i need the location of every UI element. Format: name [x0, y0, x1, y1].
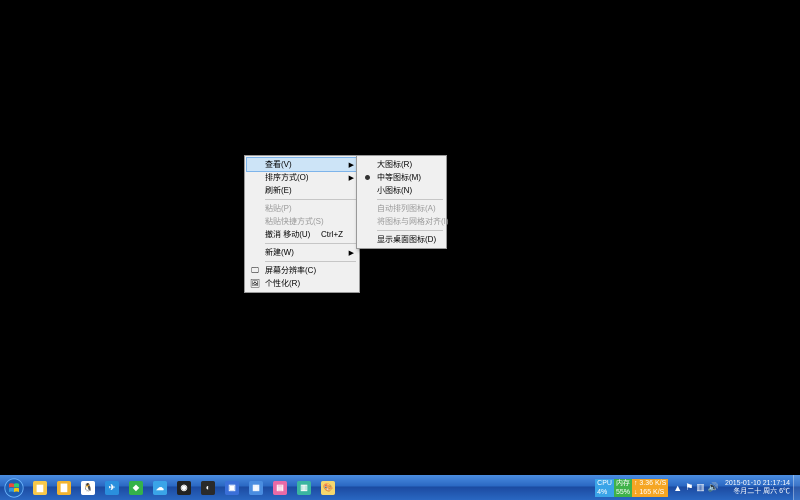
menu-undo-shortcut: Ctrl+Z	[321, 230, 343, 239]
submenu-arrow-icon: ▶	[349, 174, 354, 182]
menu-paste-shortcut-label: 粘贴快捷方式(S)	[265, 216, 324, 227]
taskbar-item-folder[interactable]: ▇	[52, 478, 76, 498]
menu-view[interactable]: 查看(V) ▶	[246, 157, 358, 172]
submenu-align-label: 将图标与网格对齐(I)	[377, 216, 449, 227]
taskbar-item-app-green[interactable]: ◆	[124, 478, 148, 498]
cpu-meter: CPU 4%	[595, 479, 614, 497]
taskbar-item-app-teal[interactable]: ▥	[292, 478, 316, 498]
taskbar-item-cube[interactable]: ▣	[220, 478, 244, 498]
taskbar-item-app-blue[interactable]: ✈	[100, 478, 124, 498]
menu-separator	[377, 199, 443, 200]
taskbar: ▆ ▇ 🐧 ✈ ◆ ☁ ◉ ◐ ▣ ▦ ▤ ▥ 🎨 CPU 4% 内存 55% ↑ 3.36 K/S ↓…	[0, 475, 800, 500]
cpu-label: CPU	[597, 479, 612, 488]
app-teal-icon: ▥	[297, 481, 311, 495]
system-tray: CPU 4% 内存 55% ↑ 3.36 K/S ↓ 165 K/S ▲ ⚑ ▥…	[595, 475, 800, 500]
submenu-show-icons[interactable]: 显示桌面图标(D)	[359, 233, 444, 246]
menu-paste-shortcut: 粘贴快捷方式(S)	[247, 215, 357, 228]
menu-personalize-label: 个性化(R)	[265, 278, 300, 289]
menu-separator	[265, 243, 356, 244]
taskbar-items: ▆ ▇ 🐧 ✈ ◆ ☁ ◉ ◐ ▣ ▦ ▤ ▥ 🎨	[28, 475, 340, 500]
taskbar-clock[interactable]: 2015-01-10 21:17:14 冬月二十 周六 6℃	[722, 480, 793, 496]
submenu-small-icons[interactable]: 小图标(N)	[359, 184, 444, 197]
tray-icons: ▲ ⚑ ▥ 🔊	[670, 482, 722, 493]
mem-value: 55%	[616, 488, 630, 497]
desktop[interactable]	[0, 0, 800, 500]
radio-selected-icon	[365, 175, 370, 180]
submenu-large-label: 大图标(R)	[377, 159, 412, 170]
submenu-small-label: 小图标(N)	[377, 185, 412, 196]
tray-volume-icon[interactable]: 🔊	[708, 482, 719, 493]
menu-separator	[377, 230, 443, 231]
submenu-show-label: 显示桌面图标(D)	[377, 234, 436, 245]
clock-datetime: 2015-01-10 21:17:14	[725, 480, 790, 488]
taskbar-item-qq[interactable]: 🐧	[76, 478, 100, 498]
submenu-medium-icons[interactable]: 中等图标(M)	[359, 171, 444, 184]
taskbar-item-app-pink[interactable]: ▤	[268, 478, 292, 498]
start-button[interactable]	[0, 475, 28, 500]
submenu-arrow-icon: ▶	[349, 161, 354, 169]
show-desktop-button[interactable]	[793, 475, 800, 500]
submenu-arrow-icon: ▶	[349, 249, 354, 257]
menu-refresh-label: 刷新(E)	[265, 185, 292, 196]
net-up: ↑ 3.36 K/S	[634, 479, 666, 488]
menu-new[interactable]: 新建(W) ▶	[247, 246, 357, 259]
eye-icon: ◉	[177, 481, 191, 495]
menu-screenres-label: 屏幕分辨率(C)	[265, 265, 316, 276]
desktop-context-menu: 查看(V) ▶ 排序方式(O) ▶ 刷新(E) 粘贴(P) 粘贴快捷方式(S) …	[244, 155, 360, 293]
menu-screen-resolution[interactable]: 🖵 屏幕分辨率(C)	[247, 264, 357, 277]
tray-expand-icon[interactable]: ▲	[673, 483, 682, 493]
taskbar-item-paint[interactable]: 🎨	[316, 478, 340, 498]
submenu-large-icons[interactable]: 大图标(R)	[359, 158, 444, 171]
view-submenu: 大图标(R) 中等图标(M) 小图标(N) 自动排列图标(A) 将图标与网格对齐…	[356, 155, 447, 249]
submenu-auto-arrange-label: 自动排列图标(A)	[377, 203, 436, 214]
app-pink-icon: ▤	[273, 481, 287, 495]
app-green-icon: ◆	[129, 481, 143, 495]
menu-undo[interactable]: 撤消 移动(U) Ctrl+Z	[247, 228, 357, 241]
taskbar-item-explorer[interactable]: ▆	[28, 478, 52, 498]
menu-paste: 粘贴(P)	[247, 202, 357, 215]
grid-icon: ▦	[249, 481, 263, 495]
submenu-auto-arrange[interactable]: 自动排列图标(A)	[359, 202, 444, 215]
app-blue-icon: ✈	[105, 481, 119, 495]
menu-separator	[265, 261, 356, 262]
folder-icon: ▇	[57, 481, 71, 495]
taskbar-item-eye[interactable]: ◉	[172, 478, 196, 498]
memory-meter: 内存 55%	[614, 479, 632, 497]
cube-icon: ▣	[225, 481, 239, 495]
submenu-align-grid[interactable]: 将图标与网格对齐(I)	[359, 215, 444, 228]
menu-view-label: 查看(V)	[265, 159, 292, 170]
mem-label: 内存	[616, 479, 630, 488]
menu-separator	[265, 199, 356, 200]
browser-icon: ◐	[201, 481, 215, 495]
cloud-icon: ☁	[153, 481, 167, 495]
submenu-medium-label: 中等图标(M)	[377, 172, 421, 183]
menu-personalize[interactable]: 🖼 个性化(R)	[247, 277, 357, 290]
tray-network-icon[interactable]: ▥	[696, 482, 705, 493]
tray-flag-icon[interactable]: ⚑	[685, 482, 693, 493]
net-down: ↓ 165 K/S	[634, 488, 666, 497]
taskbar-item-cloud[interactable]: ☁	[148, 478, 172, 498]
menu-refresh[interactable]: 刷新(E)	[247, 184, 357, 197]
monitor-icon: 🖵	[249, 265, 261, 277]
cpu-value: 4%	[597, 488, 612, 497]
taskbar-item-grid[interactable]: ▦	[244, 478, 268, 498]
menu-new-label: 新建(W)	[265, 247, 294, 258]
personalize-icon: 🖼	[249, 278, 261, 290]
windows-logo-icon	[4, 478, 24, 498]
clock-lunar-weather: 冬月二十 周六 6℃	[725, 488, 790, 496]
taskbar-item-browser[interactable]: ◐	[196, 478, 220, 498]
system-monitor-gadget[interactable]: CPU 4% 内存 55% ↑ 3.36 K/S ↓ 165 K/S	[595, 479, 668, 497]
network-meter: ↑ 3.36 K/S ↓ 165 K/S	[632, 479, 668, 497]
explorer-icon: ▆	[33, 481, 47, 495]
menu-paste-label: 粘贴(P)	[265, 203, 292, 214]
paint-icon: 🎨	[321, 481, 335, 495]
qq-icon: 🐧	[81, 481, 95, 495]
menu-sort-label: 排序方式(O)	[265, 172, 309, 183]
menu-undo-label: 撤消 移动(U)	[265, 229, 310, 240]
menu-sort[interactable]: 排序方式(O) ▶	[247, 171, 357, 184]
